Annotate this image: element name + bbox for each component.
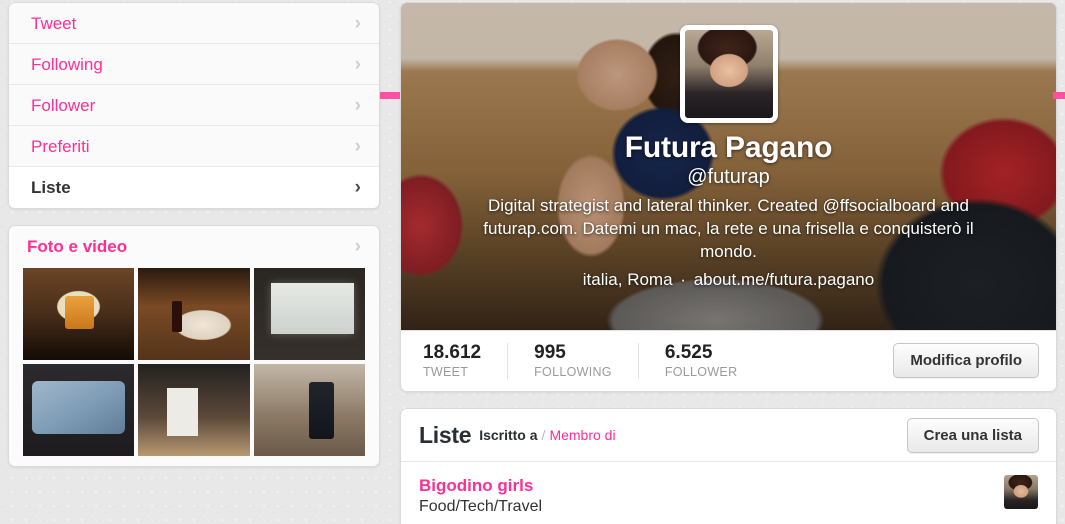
- edit-profile-button[interactable]: Modifica profilo: [893, 343, 1039, 378]
- sidebar-nav: Tweet › Following › Follower › Preferiti…: [8, 2, 380, 209]
- sidebar-item-label: Follower: [31, 96, 96, 115]
- profile-cover-photo[interactable]: Futura Pagano @futurap Digital strategis…: [401, 3, 1056, 330]
- photos-panel-title: Foto e video: [27, 237, 128, 256]
- stat-label: TWEET: [423, 364, 469, 379]
- chevron-right-icon: ›: [354, 136, 361, 157]
- profile-website-link[interactable]: about.me/futura.pagano: [694, 270, 875, 289]
- location-separator: ·: [680, 269, 686, 289]
- sidebar: Tweet › Following › Follower › Preferiti…: [8, 2, 380, 467]
- stat-value: 6.525: [664, 342, 713, 364]
- stat-tweet[interactable]: 18.612 TWEET: [423, 342, 509, 379]
- profile-stats-bar: 18.612 TWEET 995 FOLLOWING 6.525 FOLLOWE…: [401, 330, 1056, 391]
- photo-thumbnail-5[interactable]: [138, 364, 250, 456]
- sidebar-item-follower[interactable]: Follower ›: [9, 85, 379, 126]
- page-root: Tweet › Following › Follower › Preferiti…: [0, 0, 1065, 524]
- avatar[interactable]: [679, 25, 778, 123]
- chevron-right-icon: ›: [354, 95, 361, 116]
- list-item-name[interactable]: Bigodino girls: [419, 475, 996, 496]
- photos-panel: Foto e video ›: [8, 225, 380, 467]
- photo-thumbnail-3[interactable]: [253, 268, 365, 360]
- list-item-avatar[interactable]: [1004, 475, 1038, 509]
- sidebar-item-following[interactable]: Following ›: [9, 44, 379, 85]
- stat-label: FOLLOWING: [534, 364, 612, 379]
- stat-follower[interactable]: 6.525 FOLLOWER: [665, 343, 764, 379]
- stat-following[interactable]: 995 FOLLOWING: [534, 343, 639, 379]
- photo-thumbnail-2[interactable]: [138, 268, 250, 360]
- sidebar-item-preferiti[interactable]: Preferiti ›: [9, 126, 379, 167]
- lists-panel-header: Liste Iscritto a / Membro di Crea una li…: [401, 409, 1056, 462]
- profile-location: italia, Roma: [582, 269, 673, 289]
- sidebar-item-label: Tweet: [31, 14, 77, 33]
- sidebar-item-tweet[interactable]: Tweet ›: [9, 3, 379, 44]
- profile-header-content: Futura Pagano @futurap Digital strategis…: [401, 3, 1056, 290]
- list-item-description: Food/Tech/Travel: [419, 498, 543, 516]
- photo-thumbnail-1[interactable]: [23, 268, 135, 360]
- profile-location-line: italia, Roma · about.me/futura.pagano: [401, 270, 1056, 290]
- pink-rule-right: [1053, 92, 1065, 99]
- chevron-right-icon: ›: [354, 54, 361, 75]
- photo-thumbnail-6[interactable]: [253, 364, 365, 456]
- photo-thumbnail-4[interactable]: [23, 364, 135, 456]
- create-list-button[interactable]: Crea una lista: [906, 418, 1039, 453]
- chevron-right-icon: ›: [354, 236, 361, 257]
- chevron-right-icon: ›: [354, 177, 361, 198]
- tab-membro-di[interactable]: Membro di: [549, 427, 615, 443]
- main-content: Futura Pagano @futurap Digital strategis…: [400, 2, 1057, 524]
- list-item[interactable]: Bigodino girls Food/Tech/Travel: [401, 462, 1056, 524]
- profile-full-name: Futura Pagano: [624, 131, 833, 164]
- sidebar-item-label: Preferiti: [31, 137, 90, 156]
- chevron-right-icon: ›: [354, 13, 361, 34]
- pink-rule-left: [380, 92, 400, 99]
- photos-panel-header[interactable]: Foto e video ›: [9, 226, 379, 268]
- sidebar-item-label: Liste: [31, 178, 71, 197]
- tab-iscritto-a[interactable]: Iscritto a: [479, 427, 537, 443]
- tab-separator: /: [541, 427, 546, 443]
- sidebar-item-liste[interactable]: Liste ›: [9, 167, 379, 208]
- photo-grid: [9, 268, 379, 456]
- lists-tabs: Iscritto a / Membro di: [479, 427, 615, 443]
- stat-value: 995: [534, 342, 566, 364]
- lists-panel: Liste Iscritto a / Membro di Crea una li…: [400, 408, 1057, 524]
- profile-bio: Digital strategist and lateral thinker. …: [483, 196, 974, 261]
- lists-title: Liste: [419, 421, 472, 448]
- stat-value: 18.612: [423, 342, 482, 364]
- sidebar-item-label: Following: [31, 55, 103, 74]
- profile-panel: Futura Pagano @futurap Digital strategis…: [400, 2, 1057, 392]
- stat-label: FOLLOWER: [664, 364, 738, 379]
- profile-handle: @futurap: [687, 166, 770, 188]
